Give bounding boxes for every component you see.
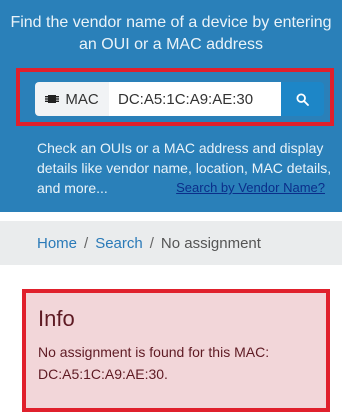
search-type-select[interactable]: MAC	[35, 82, 109, 116]
search-button[interactable]	[281, 82, 324, 116]
chip-icon	[45, 95, 60, 103]
search-description: Check an OUIs or a MAC address and displ…	[37, 138, 333, 198]
search-form: MAC	[35, 82, 324, 116]
breadcrumb: Home / Search / No assignment	[0, 221, 342, 265]
breadcrumb-home[interactable]: Home	[37, 235, 77, 252]
search-by-vendor-link[interactable]: Search by Vendor Name?	[176, 178, 325, 198]
search-icon	[296, 92, 309, 106]
breadcrumb-search[interactable]: Search	[95, 235, 143, 252]
breadcrumb-separator: /	[149, 234, 154, 252]
hero-tagline: Find the vendor name of a device by ente…	[10, 14, 332, 53]
breadcrumb-current: No assignment	[160, 234, 261, 252]
breadcrumb-separator: /	[84, 234, 89, 252]
alert-message: No assignment is found for this MAC: DC:…	[38, 344, 270, 382]
mac-address-input[interactable]	[109, 82, 281, 116]
search-type-label: MAC	[65, 90, 99, 108]
alert-title: Info	[38, 306, 75, 331]
